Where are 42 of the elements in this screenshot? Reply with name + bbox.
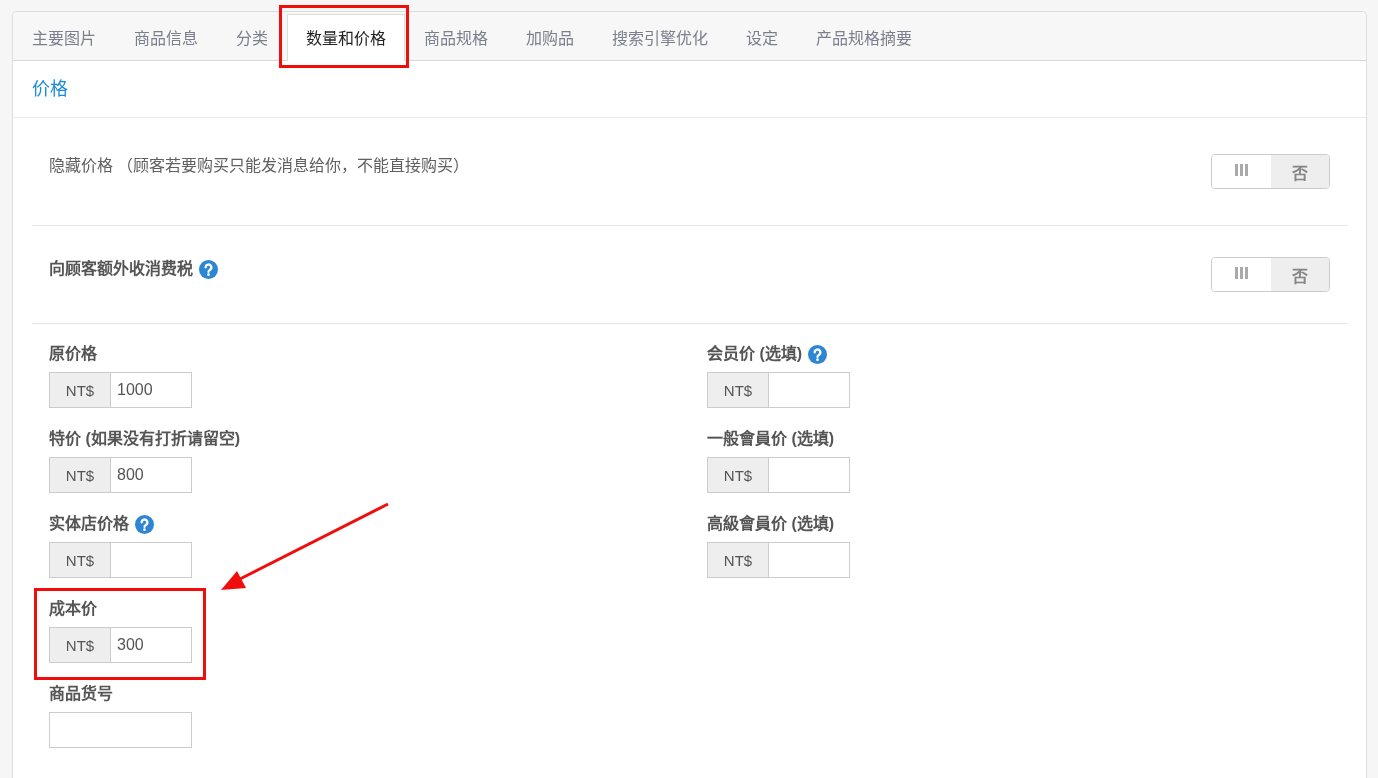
field-label: 特价 (如果没有打折请留空)	[49, 429, 241, 449]
field-label: 实体店价格	[49, 514, 129, 534]
field-label: 高級會員价 (选填)	[707, 514, 835, 534]
setting-label: 隐藏价格 （顾客若要购买只能发消息给你，不能直接购买）	[49, 156, 470, 176]
field-label: 原价格	[49, 344, 97, 364]
input-field[interactable]	[110, 542, 192, 578]
tab[interactable]: 商品信息	[123, 14, 209, 61]
input-field[interactable]	[768, 542, 850, 578]
field-label: 商品货号	[49, 684, 113, 704]
input-field[interactable]	[768, 372, 850, 408]
input-field[interactable]	[768, 457, 850, 493]
input-field[interactable]: 800	[110, 457, 192, 493]
section-title: 价格	[32, 78, 68, 101]
help-icon[interactable]	[199, 259, 218, 279]
currency-label: NT$	[49, 627, 110, 663]
tab[interactable]: 分类	[225, 14, 279, 61]
toggle-switch[interactable]: 否	[1211, 154, 1330, 189]
field-label: 一般會員价 (选填)	[707, 429, 835, 449]
currency-label: NT$	[707, 542, 768, 578]
grip-icon	[1234, 266, 1248, 279]
currency-label: NT$	[49, 457, 110, 493]
input-field[interactable]: 300	[110, 627, 192, 663]
help-icon[interactable]	[135, 514, 154, 534]
currency-label: NT$	[707, 372, 768, 408]
tab[interactable]: 加购品	[515, 14, 585, 61]
currency-label: NT$	[49, 372, 110, 408]
field-label: 会员价 (选填)	[707, 344, 803, 364]
currency-label: NT$	[707, 457, 768, 493]
field-label: 成本价	[49, 599, 97, 619]
tab[interactable]: 设定	[735, 14, 789, 61]
tab[interactable]: 产品规格摘要	[805, 14, 923, 61]
input-field[interactable]: 1000	[110, 372, 192, 408]
tab[interactable]: 数量和价格	[287, 14, 405, 61]
help-icon[interactable]	[808, 344, 828, 364]
tab[interactable]: 搜索引擎优化	[601, 14, 719, 61]
tab[interactable]: 商品规格	[413, 14, 499, 61]
toggle-switch[interactable]: 否	[1211, 257, 1330, 292]
currency-label: NT$	[49, 542, 110, 578]
grip-icon	[1234, 163, 1248, 176]
setting-label: 向顾客额外收消费税	[49, 259, 193, 279]
tab[interactable]: 主要图片	[21, 14, 107, 61]
input-field[interactable]	[49, 712, 192, 748]
